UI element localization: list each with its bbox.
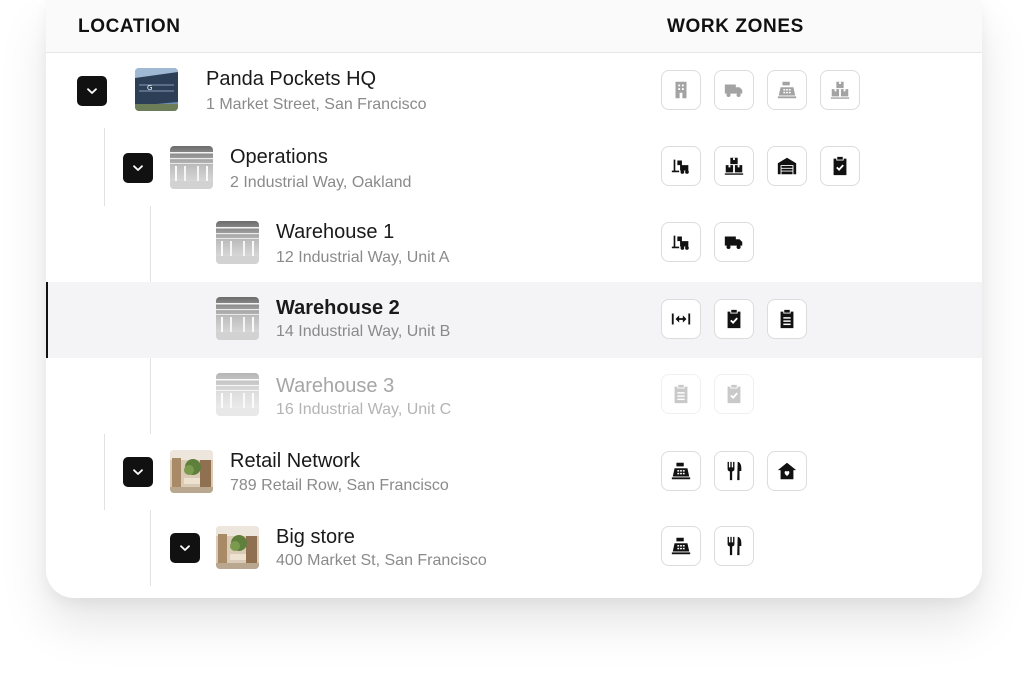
zone-button[interactable] <box>767 451 807 491</box>
zone-button[interactable] <box>661 451 701 491</box>
zone-button[interactable] <box>820 70 860 110</box>
location-row[interactable]: Big store 400 Market St, San Francisco <box>46 510 982 586</box>
chevron-down-icon <box>180 545 190 551</box>
cash-register-icon <box>777 81 797 99</box>
zone-button[interactable] <box>820 146 860 186</box>
clipboard-check-icon <box>833 156 847 176</box>
width-arrows-icon <box>671 313 691 325</box>
location-thumbnail <box>170 146 213 189</box>
utensils-icon <box>727 536 742 556</box>
location-thumbnail <box>216 373 259 416</box>
zone-button[interactable] <box>661 374 701 414</box>
zone-button[interactable] <box>714 451 754 491</box>
location-thumbnail <box>216 526 259 569</box>
warehouse-icon <box>777 157 797 175</box>
zone-button[interactable] <box>714 222 754 262</box>
work-zones <box>661 70 860 110</box>
location-thumbnail <box>216 297 259 340</box>
location-address: 2 Industrial Way, Oakland <box>230 174 412 191</box>
table-header: LOCATION WORK ZONES <box>46 0 982 53</box>
zone-button[interactable] <box>661 222 701 262</box>
location-thumbnail <box>216 221 259 264</box>
clipboard-check-icon <box>727 384 741 404</box>
collapse-toggle[interactable] <box>77 76 107 106</box>
boxes-icon <box>830 81 850 99</box>
location-row[interactable]: Operations 2 Industrial Way, Oakland <box>46 129 982 206</box>
forklift-icon <box>671 159 689 174</box>
zone-button[interactable] <box>714 374 754 414</box>
zone-button[interactable] <box>661 146 701 186</box>
work-zones-column-header: WORK ZONES <box>667 16 804 37</box>
zone-button[interactable] <box>661 299 701 339</box>
work-zones <box>661 146 860 186</box>
location-thumbnail <box>135 68 178 111</box>
house-icon <box>777 462 797 480</box>
clipboard-check-icon <box>727 309 741 329</box>
forklift-icon <box>671 235 689 250</box>
location-row-selected[interactable]: Warehouse 2 14 Industrial Way, Unit B <box>46 282 982 358</box>
delivery-truck-icon <box>724 236 743 250</box>
work-zones <box>661 526 754 566</box>
collapse-toggle[interactable] <box>123 457 153 487</box>
location-column-header: LOCATION <box>78 16 181 37</box>
zone-button[interactable] <box>767 146 807 186</box>
location-row[interactable]: Retail Network 789 Retail Row, San Franc… <box>46 434 982 510</box>
boxes-icon <box>724 157 744 175</box>
work-zones <box>661 374 754 414</box>
chevron-down-icon <box>133 165 143 171</box>
zone-button[interactable] <box>714 70 754 110</box>
clipboard-list-icon <box>780 309 794 329</box>
zone-button[interactable] <box>661 526 701 566</box>
delivery-truck-icon <box>724 84 743 98</box>
zone-button[interactable] <box>661 70 701 110</box>
zone-button[interactable] <box>714 526 754 566</box>
location-name: Panda Pockets HQ <box>206 68 377 90</box>
zone-button[interactable] <box>714 146 754 186</box>
location-address: 789 Retail Row, San Francisco <box>230 477 449 494</box>
location-name: Warehouse 2 <box>276 297 400 319</box>
location-address: 400 Market St, San Francisco <box>276 552 487 569</box>
work-zones <box>661 299 807 339</box>
location-address: 1 Market Street, San Francisco <box>206 96 427 113</box>
zone-button[interactable] <box>767 70 807 110</box>
location-address: 12 Industrial Way, Unit A <box>276 249 450 266</box>
location-name: Warehouse 3 <box>276 375 395 397</box>
utensils-icon <box>727 461 742 481</box>
locations-card: LOCATION WORK ZONES Panda Pockets HQ 1 M… <box>46 0 982 598</box>
location-name: Warehouse 1 <box>276 221 395 243</box>
location-name: Big store <box>276 526 355 548</box>
location-row[interactable]: Warehouse 1 12 Industrial Way, Unit A <box>46 206 982 282</box>
work-zones <box>661 451 807 491</box>
location-name: Operations <box>230 146 328 168</box>
chevron-down-icon <box>133 469 143 475</box>
chevron-down-icon <box>87 88 97 94</box>
collapse-toggle[interactable] <box>170 533 200 563</box>
building-icon <box>675 81 687 99</box>
cash-register-icon <box>671 537 691 555</box>
zone-button[interactable] <box>714 299 754 339</box>
location-row[interactable]: Panda Pockets HQ 1 Market Street, San Fr… <box>46 53 982 129</box>
collapse-toggle[interactable] <box>123 153 153 183</box>
cash-register-icon <box>671 462 691 480</box>
location-address: 16 Industrial Way, Unit C <box>276 401 452 418</box>
location-row[interactable]: Warehouse 3 16 Industrial Way, Unit C <box>46 358 982 434</box>
location-thumbnail <box>170 450 213 493</box>
work-zones <box>661 222 754 262</box>
clipboard-list-icon <box>674 384 688 404</box>
zone-button[interactable] <box>767 299 807 339</box>
location-address: 14 Industrial Way, Unit B <box>276 323 451 340</box>
location-name: Retail Network <box>230 450 361 472</box>
